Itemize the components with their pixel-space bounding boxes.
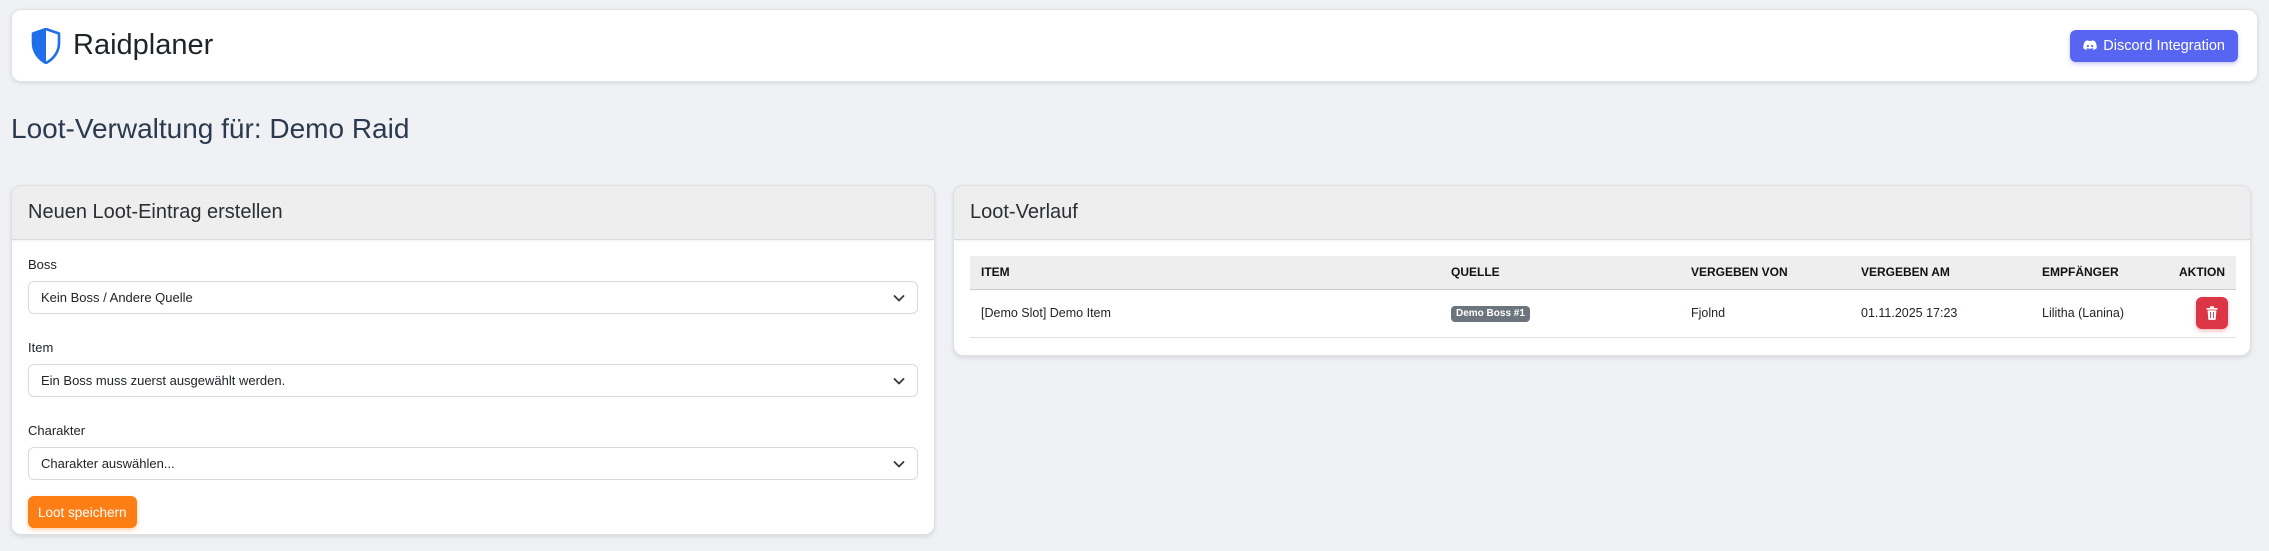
column-header-given-at[interactable]: Vergeben am	[1850, 256, 2031, 290]
character-select[interactable]: Charakter auswählen...	[28, 447, 918, 480]
loot-history-card: Loot-Verlauf Item Quelle Vergeben von Ve…	[953, 185, 2251, 356]
loot-history-body: Item Quelle Vergeben von Vergeben am Emp…	[954, 240, 2250, 338]
discord-icon	[2083, 39, 2098, 50]
loot-history-table: Item Quelle Vergeben von Vergeben am Emp…	[970, 256, 2236, 338]
cell-source: Demo Boss #1	[1440, 289, 1680, 337]
boss-label: Boss	[28, 257, 57, 272]
brand[interactable]: Raidplaner	[31, 27, 214, 64]
discord-integration-button[interactable]: Discord Integration	[2070, 29, 2238, 62]
save-loot-button[interactable]: Loot speichern	[28, 496, 137, 528]
cell-given-at: 01.11.2025 17:23	[1861, 306, 1958, 320]
item-select-value: Ein Boss muss zuerst ausgewählt werden.	[41, 373, 286, 388]
column-header-source[interactable]: Quelle	[1440, 256, 1680, 290]
column-header-given-by[interactable]: Vergeben von	[1680, 256, 1850, 290]
column-header-action: Aktion	[2166, 256, 2236, 290]
page-title: Loot-Verwaltung für: Demo Raid	[11, 113, 410, 144]
column-header-item[interactable]: Item	[970, 256, 1440, 290]
chevron-down-icon	[893, 378, 905, 385]
new-loot-form: Boss Kein Boss / Andere Quelle Item Ein …	[12, 240, 934, 528]
new-loot-card-header: Neuen Loot-Eintrag erstellen	[12, 186, 934, 240]
cell-action	[2166, 289, 2236, 337]
table-header-row: Item Quelle Vergeben von Vergeben am Emp…	[970, 256, 2236, 290]
item-select[interactable]: Ein Boss muss zuerst ausgewählt werden.	[28, 364, 918, 397]
source-badge: Demo Boss #1	[1451, 305, 1530, 322]
discord-button-label: Discord Integration	[2103, 37, 2225, 54]
new-loot-card: Neuen Loot-Eintrag erstellen Boss Kein B…	[11, 185, 935, 535]
character-label: Charakter	[28, 423, 86, 438]
chevron-down-icon	[893, 461, 905, 468]
boss-select-value: Kein Boss / Andere Quelle	[41, 290, 193, 305]
table-row: [Demo Slot] Demo Item Demo Boss #1 Fjoln…	[970, 289, 2236, 337]
chevron-down-icon	[893, 295, 905, 302]
brand-name: Raidplaner	[73, 29, 214, 61]
shield-icon	[31, 27, 61, 64]
cell-recipient: Lilitha (Lanina)	[2042, 306, 2124, 320]
delete-loot-button[interactable]	[2196, 297, 2228, 329]
boss-select[interactable]: Kein Boss / Andere Quelle	[28, 281, 918, 314]
cell-item: [Demo Slot] Demo Item	[981, 306, 1111, 320]
trash-icon	[2206, 306, 2218, 320]
item-label: Item	[28, 340, 54, 355]
column-header-recipient[interactable]: Empfänger	[2031, 256, 2166, 290]
navbar: Raidplaner Discord Integration	[11, 9, 2258, 82]
loot-history-card-header: Loot-Verlauf	[954, 186, 2250, 240]
cell-given-by: Fjolnd	[1691, 306, 1726, 320]
character-select-value: Charakter auswählen...	[41, 456, 175, 471]
